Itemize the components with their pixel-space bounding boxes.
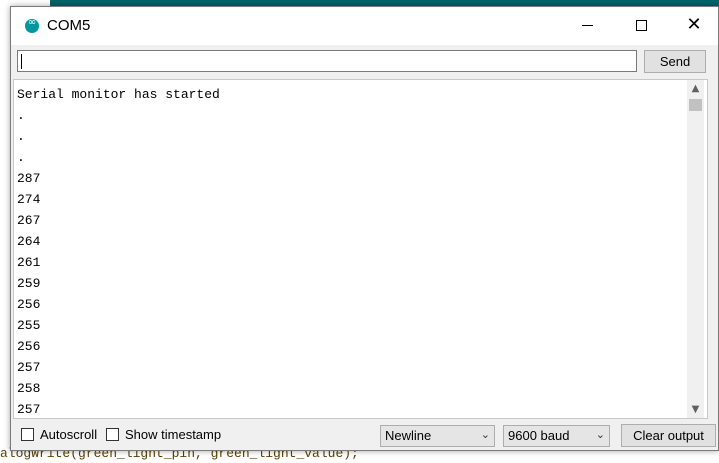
output-line: 256: [17, 297, 41, 312]
output-line: .: [17, 150, 25, 165]
serial-output[interactable]: Serial monitor has started... 287 274 267 26…: [13, 79, 708, 419]
baud-rate-select[interactable]: 9600 baud ⌄: [503, 425, 610, 447]
output-line: 257: [17, 402, 41, 417]
output-line: 264: [17, 234, 41, 249]
output-line: 287: [17, 171, 41, 186]
autoscroll-label: Autoscroll: [40, 427, 98, 442]
scroll-thumb[interactable]: [689, 99, 702, 111]
timestamp-label: Show timestamp: [125, 427, 222, 442]
baud-rate-value: 9600 baud: [508, 428, 570, 443]
title-bar[interactable]: COM5 ✕: [11, 7, 718, 45]
output-line: 267: [17, 213, 41, 228]
output-line: 261: [17, 255, 41, 270]
output-line: .: [17, 129, 25, 144]
close-button[interactable]: ✕: [671, 7, 717, 43]
minimize-icon: [581, 24, 593, 26]
vertical-scrollbar[interactable]: ▲ ▼: [687, 80, 704, 418]
output-line: 259: [17, 276, 41, 291]
text-caret: [21, 54, 22, 69]
input-row: Send: [11, 45, 718, 79]
output-lines: Serial monitor has started... 287 274 267 26…: [17, 84, 220, 418]
serial-monitor-window: COM5 ✕ Send Serial monitor has started..…: [10, 6, 719, 451]
close-icon: ✕: [686, 14, 702, 35]
line-ending-value: Newline: [385, 428, 432, 443]
clear-output-button[interactable]: Clear output: [621, 424, 716, 447]
scroll-up-icon[interactable]: ▲: [687, 80, 704, 97]
window-title: COM5: [47, 17, 91, 34]
scroll-down-icon[interactable]: ▼: [687, 401, 704, 418]
arduino-icon: [25, 17, 39, 33]
output-line: 255: [17, 318, 41, 333]
autoscroll-checkbox[interactable]: [21, 428, 34, 441]
serial-input[interactable]: [17, 50, 637, 72]
timestamp-checkbox[interactable]: [106, 428, 119, 441]
output-line: 258: [17, 381, 41, 396]
maximize-icon: [635, 19, 647, 31]
chevron-down-icon: ⌄: [595, 428, 605, 441]
maximize-button[interactable]: [618, 7, 664, 43]
output-line: Serial monitor has started: [17, 87, 220, 102]
output-line: 257: [17, 360, 41, 375]
minimize-button[interactable]: [564, 7, 610, 43]
output-line: .: [17, 108, 25, 123]
output-line: 256: [17, 339, 41, 354]
status-row: Autoscroll Show timestamp Newline ⌄ 9600…: [11, 419, 718, 450]
send-button[interactable]: Send: [644, 50, 706, 73]
chevron-down-icon: ⌄: [480, 428, 490, 441]
output-line: 274: [17, 192, 41, 207]
line-ending-select[interactable]: Newline ⌄: [380, 425, 495, 447]
